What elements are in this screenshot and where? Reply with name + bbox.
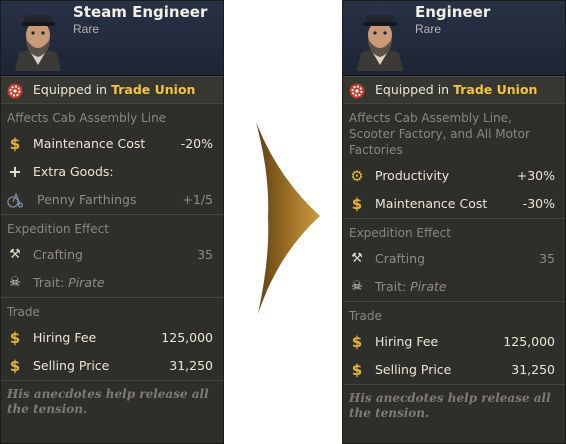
gear-icon: ⚙ xyxy=(350,167,364,185)
trait-label: Trait: xyxy=(33,275,65,290)
maintenance-row: $ Maintenance Cost -20% xyxy=(1,130,223,158)
engineer-portrait xyxy=(15,15,61,71)
selling-value: 31,250 xyxy=(511,362,555,377)
engineer-portrait xyxy=(357,15,403,71)
extra-goods-row: + Extra Goods: xyxy=(1,158,223,186)
maintenance-value: -20% xyxy=(180,136,213,151)
bicycle-icon xyxy=(7,192,24,208)
rarity-label: Rare xyxy=(415,22,442,36)
card-header: Steam Engineer Rare xyxy=(1,1,223,76)
penny-label: Penny Farthings xyxy=(37,192,137,207)
crafting-row: ⚒ Crafting 35 xyxy=(343,245,565,273)
dollar-icon: $ xyxy=(351,333,363,351)
selling-price-row: $ Selling Price 31,250 xyxy=(1,352,223,380)
plus-icon: + xyxy=(8,162,22,181)
trait-label: Trait: xyxy=(375,279,407,294)
hammer-icon: ⚒ xyxy=(9,247,21,262)
hiring-fee-row: $ Hiring Fee 125,000 xyxy=(1,324,223,352)
extra-goods-label: Extra Goods: xyxy=(33,164,114,179)
crafting-value: 35 xyxy=(197,247,213,262)
dollar-icon: $ xyxy=(9,135,21,153)
equipped-prefix: Equipped in xyxy=(33,82,108,97)
dollar-icon: $ xyxy=(9,329,21,347)
expedition-header: Expedition Effect xyxy=(343,218,565,245)
trade-header: Trade xyxy=(1,297,223,324)
skull-icon: ☠ xyxy=(351,279,363,294)
maintenance-label: Maintenance Cost xyxy=(375,196,488,211)
tooltip-card-right: Engineer Rare Equipped in Trade Union Af… xyxy=(342,0,566,444)
hiring-fee-row: $ Hiring Fee 125,000 xyxy=(343,328,565,356)
dollar-icon: $ xyxy=(351,361,363,379)
rarity-label: Rare xyxy=(73,22,100,36)
flavor-text: His anecdotes help release all the tensi… xyxy=(1,380,223,423)
hiring-value: 125,000 xyxy=(503,334,555,349)
crafting-label: Crafting xyxy=(33,247,83,262)
affects-text: Affects Cab Assembly Line xyxy=(1,103,223,130)
trade-header: Trade xyxy=(343,301,565,328)
gear-badge-icon xyxy=(7,83,23,99)
card-title: Steam Engineer xyxy=(73,3,208,21)
equipped-place: Trade Union xyxy=(453,82,538,97)
selling-value: 31,250 xyxy=(169,358,213,373)
hiring-label: Hiring Fee xyxy=(33,330,97,345)
productivity-label: Productivity xyxy=(375,168,450,183)
dollar-icon: $ xyxy=(9,357,21,375)
arrow-right-icon xyxy=(256,122,320,314)
equipped-row: Equipped in Trade Union xyxy=(343,76,565,103)
equipped-row: Equipped in Trade Union xyxy=(1,76,223,103)
maintenance-label: Maintenance Cost xyxy=(33,136,146,151)
trait-row: ☠ Trait: Pirate xyxy=(1,269,223,297)
selling-label: Selling Price xyxy=(375,362,452,377)
crafting-label: Crafting xyxy=(375,251,425,266)
penny-farthings-row: Penny Farthings +1/5 xyxy=(1,186,223,214)
hiring-value: 125,000 xyxy=(161,330,213,345)
crafting-value: 35 xyxy=(539,251,555,266)
selling-label: Selling Price xyxy=(33,358,110,373)
flavor-text: His anecdotes help release all the tensi… xyxy=(343,384,565,427)
card-header: Engineer Rare xyxy=(343,1,565,76)
crafting-row: ⚒ Crafting 35 xyxy=(1,241,223,269)
equipped-prefix: Equipped in xyxy=(375,82,450,97)
hammer-icon: ⚒ xyxy=(351,251,363,266)
selling-price-row: $ Selling Price 31,250 xyxy=(343,356,565,384)
trait-value: Pirate xyxy=(410,279,447,294)
expedition-header: Expedition Effect xyxy=(1,214,223,241)
dollar-icon: $ xyxy=(351,195,363,213)
card-title: Engineer xyxy=(415,3,491,21)
penny-value: +1/5 xyxy=(182,192,213,207)
trait-row: ☠ Trait: Pirate xyxy=(343,273,565,301)
maintenance-row: $ Maintenance Cost -30% xyxy=(343,190,565,218)
productivity-row: ⚙ Productivity +30% xyxy=(343,162,565,190)
affects-text: Affects Cab Assembly Line, Scooter Facto… xyxy=(343,103,565,162)
tooltip-card-left: Steam Engineer Rare Equipped in Trade Un… xyxy=(0,0,224,444)
skull-icon: ☠ xyxy=(9,275,21,290)
productivity-value: +30% xyxy=(516,168,555,183)
hiring-label: Hiring Fee xyxy=(375,334,439,349)
trait-value: Pirate xyxy=(68,275,105,290)
gear-badge-icon xyxy=(349,83,365,99)
maintenance-value: -30% xyxy=(522,196,555,211)
equipped-place: Trade Union xyxy=(111,82,196,97)
